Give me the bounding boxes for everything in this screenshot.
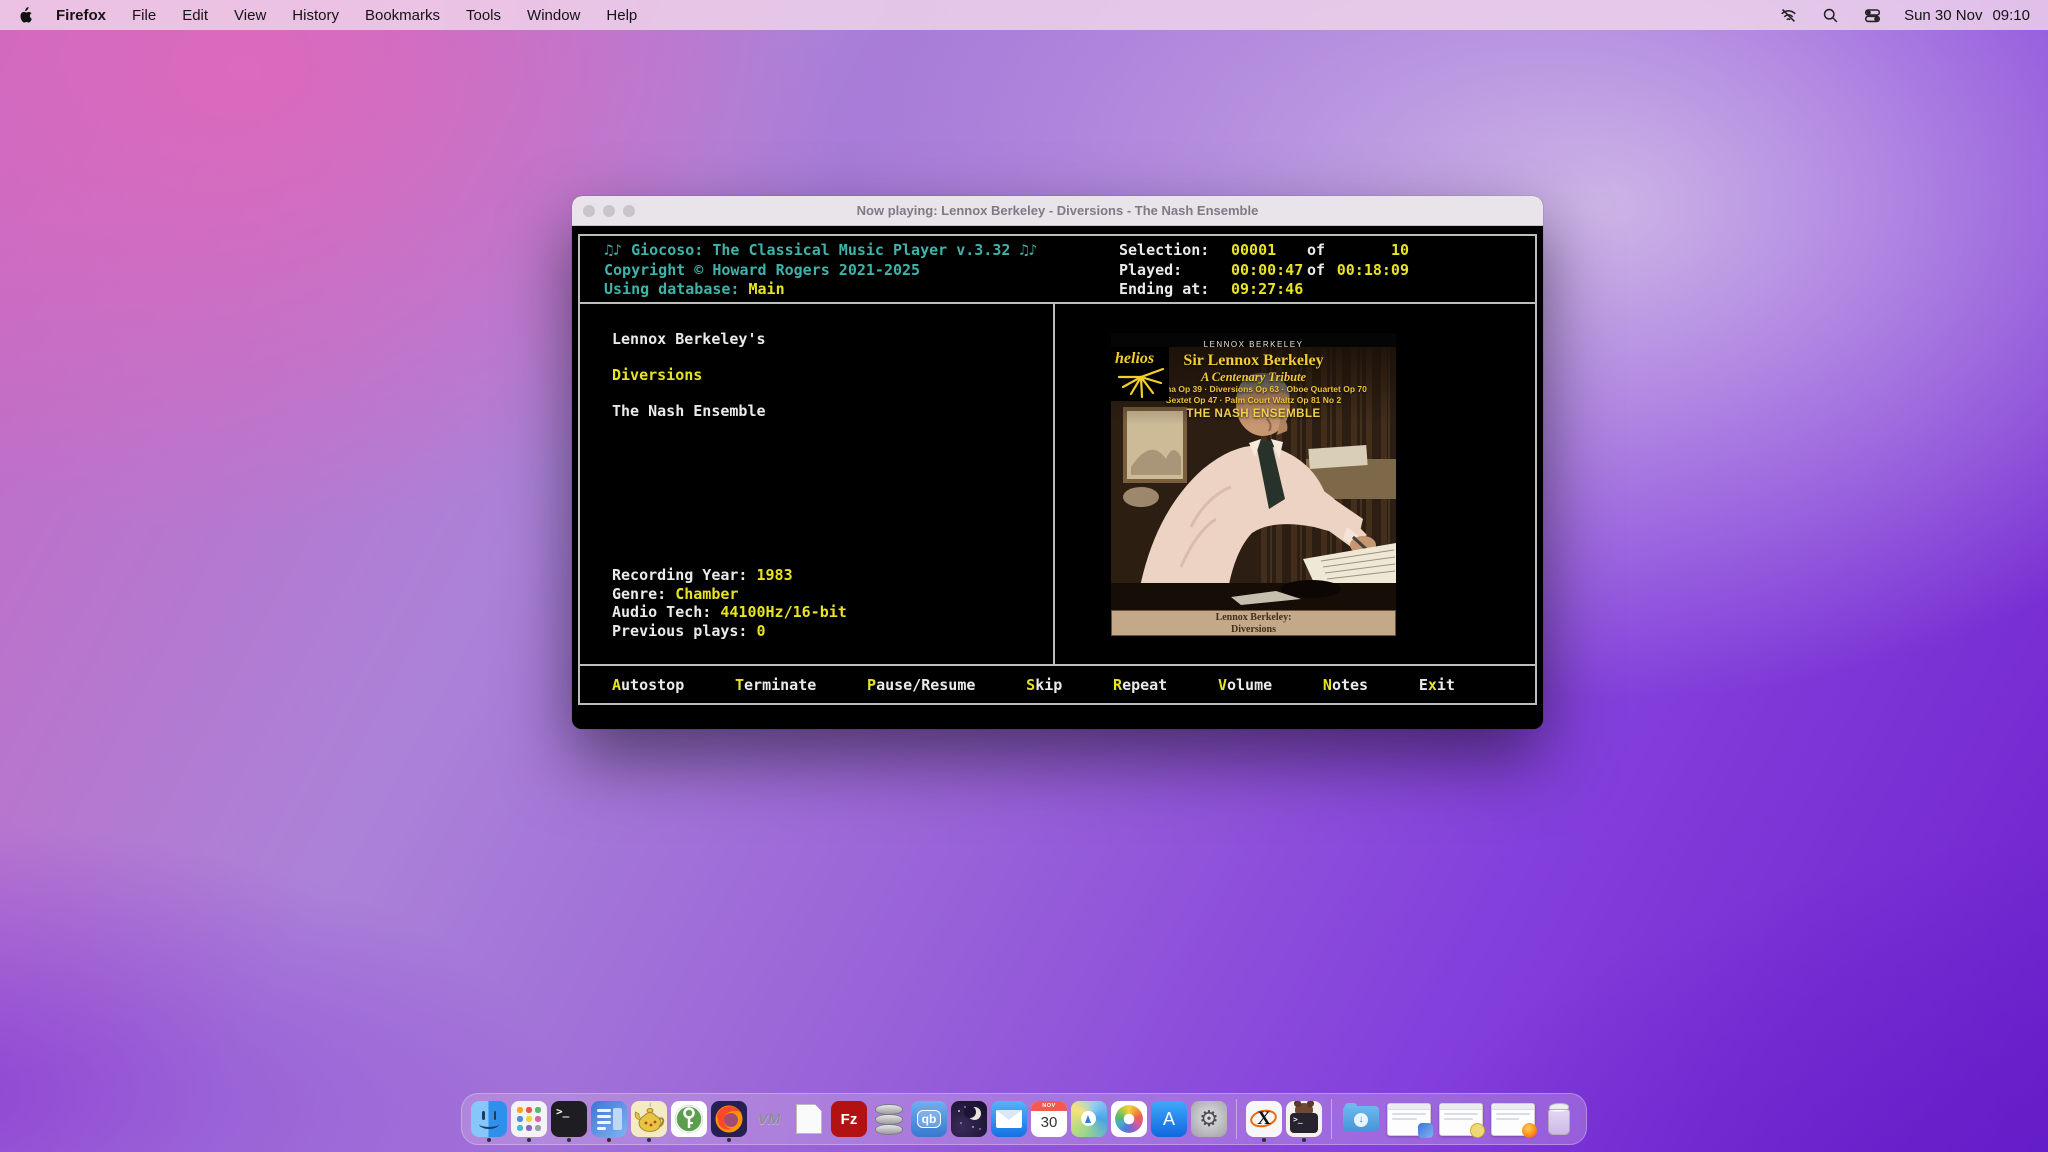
album-art-panel: LENNOX BERKELEY bbox=[1055, 304, 1535, 664]
previous-plays-line: Previous plays: 0 bbox=[612, 622, 1053, 641]
skip-button[interactable]: Skip bbox=[1026, 676, 1062, 694]
active-app-name[interactable]: Firefox bbox=[56, 7, 106, 24]
caption-artist: Lennox Berkeley: bbox=[1112, 612, 1395, 624]
dock-libreoffice[interactable] bbox=[791, 1097, 827, 1141]
copyright-line: Copyright © Howard Rogers 2021-2025 bbox=[604, 261, 1119, 281]
spotlight-search-icon[interactable] bbox=[1820, 5, 1840, 25]
terminate-button[interactable]: Terminate bbox=[735, 676, 816, 694]
dock-maps[interactable] bbox=[1071, 1097, 1107, 1141]
menu-tools[interactable]: Tools bbox=[466, 7, 501, 24]
menu-window[interactable]: Window bbox=[527, 7, 580, 24]
recording-year-line: Recording Year: 1983 bbox=[612, 566, 1053, 585]
dock-trash[interactable] bbox=[1541, 1097, 1577, 1141]
window-title-bar[interactable]: Now playing: Lennox Berkeley - Diversion… bbox=[572, 196, 1543, 226]
repeat-button[interactable]: Repeat bbox=[1113, 676, 1167, 694]
dock-filezilla[interactable]: Fz bbox=[831, 1097, 867, 1141]
dock-teapot-app[interactable] bbox=[631, 1097, 667, 1141]
terminal-frame: ♫♪ Giocoso: The Classical Music Player v… bbox=[578, 234, 1537, 705]
dock-vmware[interactable]: VM bbox=[751, 1097, 787, 1141]
ending-time: 09:27:46 bbox=[1231, 280, 1307, 300]
audio-tech-value: 44100Hz/16-bit bbox=[720, 603, 846, 621]
cover-ensemble: THE NASH ENSEMBLE bbox=[1111, 408, 1396, 420]
macos-menu-bar: Firefox File Edit View History Bookmarks… bbox=[0, 0, 2048, 30]
recording-year-value: 1983 bbox=[757, 566, 793, 584]
autostop-button[interactable]: Autostop bbox=[612, 676, 684, 694]
wifi-off-icon[interactable] bbox=[1778, 5, 1798, 25]
played-total: 00:18:09 bbox=[1335, 261, 1409, 281]
menu-help[interactable]: Help bbox=[606, 7, 637, 24]
work-title: Diversions bbox=[612, 366, 1053, 385]
dock-divider bbox=[1331, 1099, 1332, 1139]
dock-giocoso-terminal[interactable]: >_ bbox=[1286, 1097, 1322, 1141]
app-banner: ♫♪ Giocoso: The Classical Music Player v… bbox=[604, 241, 1119, 261]
window-title: Now playing: Lennox Berkeley - Diversion… bbox=[572, 203, 1543, 218]
selection-current: 00001 bbox=[1231, 241, 1307, 261]
zoom-window-button[interactable] bbox=[623, 205, 635, 217]
dock-mail[interactable] bbox=[991, 1097, 1027, 1141]
menu-bookmarks[interactable]: Bookmarks bbox=[365, 7, 440, 24]
minimize-window-button[interactable] bbox=[603, 205, 615, 217]
exit-button[interactable]: Exit bbox=[1419, 676, 1455, 694]
audio-tech-line: Audio Tech: 44100Hz/16-bit bbox=[612, 603, 1053, 622]
dock-firefox[interactable] bbox=[711, 1097, 747, 1141]
dock-database-app[interactable] bbox=[871, 1097, 907, 1141]
genre-value: Chamber bbox=[675, 585, 738, 603]
menu-edit[interactable]: Edit bbox=[182, 7, 208, 24]
performer-line: The Nash Ensemble bbox=[612, 402, 1053, 421]
cover-photo: Sir Lennox Berkeley A Centenary Tribute … bbox=[1111, 347, 1396, 610]
time-text: 09:10 bbox=[1992, 7, 2030, 24]
menu-bar-clock[interactable]: Sun 30 Nov 09:10 bbox=[1904, 7, 2030, 24]
dock-calendar[interactable]: NOV30 bbox=[1031, 1097, 1067, 1141]
composer-line: Lennox Berkeley's bbox=[612, 330, 1053, 349]
dock-divider bbox=[1236, 1099, 1237, 1139]
menu-view[interactable]: View bbox=[234, 7, 266, 24]
dock-xquartz[interactable]: X bbox=[1246, 1097, 1282, 1141]
dock-launchpad[interactable] bbox=[511, 1097, 547, 1141]
genre-line: Genre: Chamber bbox=[612, 585, 1053, 604]
database-name: Main bbox=[749, 280, 785, 298]
volume-button[interactable]: Volume bbox=[1218, 676, 1272, 694]
dock-documents-app[interactable] bbox=[591, 1097, 627, 1141]
pause-resume-button[interactable]: Pause/Resume bbox=[867, 676, 975, 694]
dock-system-preferences[interactable]: ⚙ bbox=[1191, 1097, 1227, 1141]
terminal-area: ♫♪ Giocoso: The Classical Music Player v… bbox=[572, 226, 1543, 729]
dock-stellarium[interactable] bbox=[951, 1097, 987, 1141]
dock-minimized-window-teapot[interactable] bbox=[1437, 1097, 1485, 1141]
close-window-button[interactable] bbox=[583, 205, 595, 217]
menu-file[interactable]: File bbox=[132, 7, 156, 24]
date-text: Sun 30 Nov bbox=[1904, 7, 1982, 24]
dock-keepassxc[interactable] bbox=[671, 1097, 707, 1141]
album-cover: LENNOX BERKELEY bbox=[1111, 333, 1396, 636]
previous-plays-value: 0 bbox=[757, 622, 766, 640]
dock-finder[interactable] bbox=[471, 1097, 507, 1141]
dock-photos[interactable] bbox=[1111, 1097, 1147, 1141]
helios-label-logo: helios bbox=[1111, 347, 1169, 401]
dock-minimized-window-firefox[interactable] bbox=[1489, 1097, 1537, 1141]
played-elapsed: 00:00:47 bbox=[1231, 261, 1307, 281]
ending-row: Ending at: 09:27:46 bbox=[1119, 280, 1409, 300]
caption-work: Diversions bbox=[1112, 624, 1395, 636]
selection-row: Selection: 00001 of 10 bbox=[1119, 241, 1409, 261]
giocoso-player-window: Now playing: Lennox Berkeley - Diversion… bbox=[572, 196, 1543, 729]
player-command-menu: Autostop Terminate Pause/Resume Skip Rep… bbox=[580, 664, 1535, 703]
menu-history[interactable]: History bbox=[292, 7, 339, 24]
notes-button[interactable]: Notes bbox=[1323, 676, 1368, 694]
track-info-panel: Lennox Berkeley's Diversions The Nash En… bbox=[580, 304, 1055, 664]
dock-qbittorrent[interactable]: qb bbox=[911, 1097, 947, 1141]
player-header: ♫♪ Giocoso: The Classical Music Player v… bbox=[580, 236, 1535, 304]
played-row: Played: 00:00:47 of 00:18:09 bbox=[1119, 261, 1409, 281]
dock-downloads-folder[interactable]: ↓ bbox=[1341, 1097, 1381, 1141]
dock-minimized-window-document[interactable] bbox=[1385, 1097, 1433, 1141]
cover-caption: Lennox Berkeley: Diversions bbox=[1111, 610, 1396, 636]
macos-dock: >_ bbox=[461, 1093, 1587, 1145]
control-center-icon[interactable] bbox=[1862, 5, 1882, 25]
selection-total: 10 bbox=[1335, 241, 1409, 261]
apple-menu-icon[interactable] bbox=[18, 6, 34, 24]
database-line: Using database: Main bbox=[604, 280, 1119, 300]
dock-app-store[interactable]: A bbox=[1151, 1097, 1187, 1141]
dock-terminal[interactable]: >_ bbox=[551, 1097, 587, 1141]
